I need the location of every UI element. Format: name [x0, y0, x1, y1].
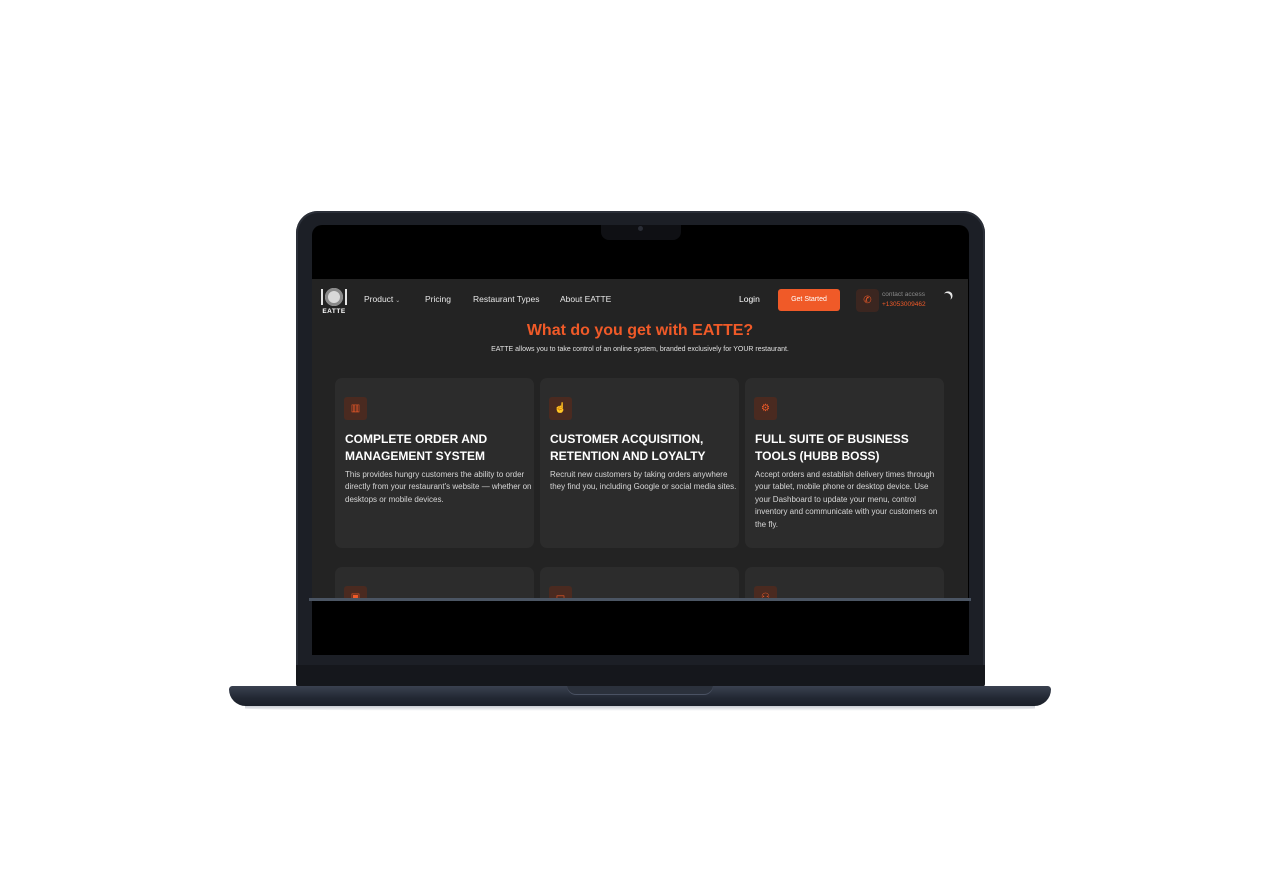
chevron-down-icon: ⌄	[395, 298, 401, 304]
laptop-shadow	[245, 706, 1035, 711]
section-subtitle: EATTE allows you to take control of an o…	[491, 346, 789, 353]
card-title: CUSTOMER ACQUISITION, RETENTION AND LOYA…	[550, 432, 706, 463]
gear-icon: ⚙	[754, 397, 777, 420]
login-link[interactable]: Login	[739, 294, 760, 304]
feature-card-business-tools: ⚙ FULL SUITE OF BUSINESS TOOLS (HUBB BOS…	[745, 378, 944, 548]
laptop-base	[229, 686, 1051, 706]
get-started-button[interactable]: Get Started	[778, 289, 840, 311]
phone-icon[interactable]: ✆	[856, 289, 879, 312]
feature-card-customer-acquisition: ☝ CUSTOMER ACQUISITION, RETENTION AND LO…	[540, 378, 739, 548]
nav-link-product[interactable]: Product ⌄	[364, 294, 400, 304]
feature-card-order-system: ▥ COMPLETE ORDER AND MANAGEMENT SYSTEM T…	[335, 378, 534, 548]
plate-icon	[325, 288, 343, 306]
knife-icon	[345, 289, 347, 305]
nav-link-about[interactable]: About EATTE	[560, 294, 611, 304]
product-mockup: EATTE Product ⌄ Pricing Restaurant Types …	[0, 0, 1280, 896]
feature-card-row2-1: ▣	[335, 567, 534, 599]
nav-link-pricing[interactable]: Pricing	[425, 294, 451, 304]
feature-card-row2-2: ▭	[540, 567, 739, 599]
logo-text: EATTE	[322, 308, 346, 315]
laptop-opening-notch	[567, 686, 713, 695]
card-title: FULL SUITE OF BUSINESS TOOLS (HUBB BOSS)	[755, 432, 909, 463]
card-text: This provides hungry customers the abili…	[345, 470, 532, 504]
eatte-logo[interactable]: EATTE	[320, 287, 348, 317]
nav-link-label: Product	[364, 294, 394, 304]
website-viewport: EATTE Product ⌄ Pricing Restaurant Types …	[312, 279, 968, 599]
camera-notch	[601, 225, 681, 240]
contact-phone[interactable]: +13053009462	[882, 301, 926, 308]
dark-mode-moon-icon[interactable]	[941, 292, 953, 304]
card-text: Recruit new customers by taking orders a…	[550, 470, 737, 492]
card-title: COMPLETE ORDER AND MANAGEMENT SYSTEM	[345, 432, 488, 463]
navbar: EATTE Product ⌄ Pricing Restaurant Types …	[312, 279, 968, 323]
section-title: What do you get with EATTE?	[526, 322, 754, 339]
nav-link-restaurant-types[interactable]: Restaurant Types	[473, 294, 539, 304]
camera-icon	[638, 226, 643, 231]
screen-bottom-edge	[309, 598, 971, 601]
hand-pointer-icon: ☝	[549, 397, 572, 420]
card-text: Accept orders and establish delivery tim…	[755, 470, 938, 529]
fork-icon	[321, 289, 323, 305]
contact-label: contact access	[882, 291, 925, 298]
chart-icon: ▥	[344, 397, 367, 420]
feature-card-row2-3: ⚇	[745, 567, 944, 599]
